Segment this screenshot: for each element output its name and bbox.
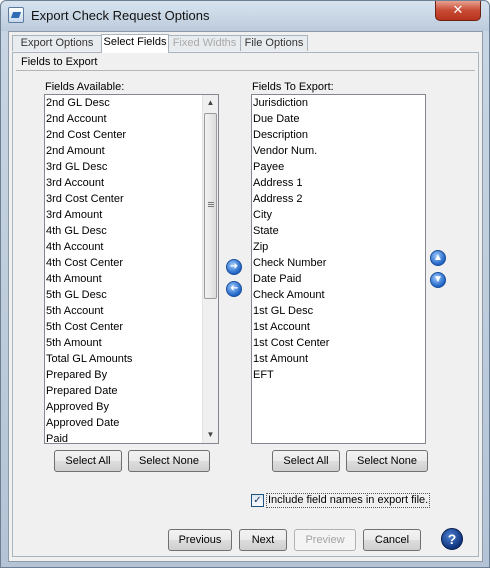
export-list-item[interactable]: State xyxy=(252,223,425,239)
cancel-button[interactable]: Cancel xyxy=(363,529,421,551)
export-list-item[interactable]: 1st Cost Center xyxy=(252,335,425,351)
select-fields-panel: Fields to Export Fields Available: Field… xyxy=(12,52,479,557)
arrow-up-icon: ▲ xyxy=(433,252,443,263)
scroll-down-icon[interactable]: ▼ xyxy=(203,427,218,443)
arrow-down-icon: ▼ xyxy=(433,274,443,285)
add-field-button[interactable]: ➜ xyxy=(226,259,242,275)
export-list-item[interactable]: Description xyxy=(252,127,425,143)
available-scrollbar[interactable]: ▲ ▼ xyxy=(202,95,218,443)
include-names-label[interactable]: Include field names in export file. xyxy=(266,493,431,508)
available-list-item[interactable]: 4th GL Desc xyxy=(45,223,218,239)
arrow-left-icon: ➜ xyxy=(229,283,239,294)
tab-export-options[interactable]: Export Options xyxy=(12,35,102,51)
arrow-right-icon: ➜ xyxy=(229,261,239,272)
available-list-item[interactable]: 2nd Amount xyxy=(45,143,218,159)
available-list-item[interactable]: Paid xyxy=(45,431,218,443)
dialog-client: Export Options Select Fields Fixed Width… xyxy=(8,31,483,562)
app-icon xyxy=(8,7,24,23)
scroll-up-icon[interactable]: ▲ xyxy=(203,95,218,111)
export-list-item[interactable]: 1st Amount xyxy=(252,351,425,367)
export-list-item[interactable]: Vendor Num. xyxy=(252,143,425,159)
move-down-button[interactable]: ▼ xyxy=(430,272,446,288)
available-list-item[interactable]: Total GL Amounts xyxy=(45,351,218,367)
move-up-button[interactable]: ▲ xyxy=(430,250,446,266)
available-list-item[interactable]: 3rd GL Desc xyxy=(45,159,218,175)
export-list-item[interactable]: Check Amount xyxy=(252,287,425,303)
fields-available-label: Fields Available: xyxy=(45,81,125,93)
section-divider xyxy=(16,70,475,71)
fields-available-list[interactable]: 2nd GL Desc 2nd Account 2nd Cost Center 2nd… xyxy=(44,94,219,444)
export-items: Jurisdiction Due Date Description Vendor Nu… xyxy=(252,95,425,383)
available-select-none-button[interactable]: Select None xyxy=(128,450,210,472)
available-list-item[interactable]: 5th Cost Center xyxy=(45,319,218,335)
available-list-item[interactable]: 3rd Account xyxy=(45,175,218,191)
help-icon[interactable]: ? xyxy=(441,528,463,550)
window-title: Export Check Request Options xyxy=(31,8,210,23)
available-list-item[interactable]: Approved Date xyxy=(45,415,218,431)
available-list-item[interactable]: 2nd Cost Center xyxy=(45,127,218,143)
export-list-item[interactable]: Date Paid xyxy=(252,271,425,287)
export-select-all-button[interactable]: Select All xyxy=(272,450,340,472)
available-list-item[interactable]: 3rd Cost Center xyxy=(45,191,218,207)
export-list-item[interactable]: Zip xyxy=(252,239,425,255)
tab-file-options[interactable]: File Options xyxy=(240,35,308,51)
available-list-item[interactable]: 5th Account xyxy=(45,303,218,319)
available-select-all-button[interactable]: Select All xyxy=(54,450,122,472)
available-list-item[interactable]: 5th GL Desc xyxy=(45,287,218,303)
available-list-item[interactable]: 3rd Amount xyxy=(45,207,218,223)
available-list-item[interactable]: 2nd GL Desc xyxy=(45,95,218,111)
close-button[interactable]: ✕ xyxy=(435,1,481,21)
export-list-item[interactable]: 1st Account xyxy=(252,319,425,335)
fields-to-export-list[interactable]: Jurisdiction Due Date Description Vendor Nu… xyxy=(251,94,426,444)
previous-button[interactable]: Previous xyxy=(168,529,232,551)
available-list-item[interactable]: 4th Cost Center xyxy=(45,255,218,271)
remove-field-button[interactable]: ➜ xyxy=(226,281,242,297)
export-select-none-button[interactable]: Select None xyxy=(346,450,428,472)
title-bar[interactable]: Export Check Request Options ✕ xyxy=(1,1,489,31)
export-list-item[interactable]: EFT xyxy=(252,367,425,383)
available-list-item[interactable]: 2nd Account xyxy=(45,111,218,127)
export-list-item[interactable]: City xyxy=(252,207,425,223)
include-names-checkbox[interactable]: ✓ xyxy=(251,494,264,507)
fields-to-export-label: Fields To Export: xyxy=(252,81,334,93)
available-items: 2nd GL Desc 2nd Account 2nd Cost Center 2nd… xyxy=(45,95,218,443)
available-list-item[interactable]: 4th Account xyxy=(45,239,218,255)
scroll-thumb[interactable] xyxy=(204,113,217,299)
section-title: Fields to Export xyxy=(21,56,98,68)
available-list-item[interactable]: 4th Amount xyxy=(45,271,218,287)
export-list-item[interactable]: Payee xyxy=(252,159,425,175)
export-list-item[interactable]: Address 2 xyxy=(252,191,425,207)
next-button[interactable]: Next xyxy=(239,529,287,551)
export-list-item[interactable]: Check Number xyxy=(252,255,425,271)
available-list-item[interactable]: 5th Amount xyxy=(45,335,218,351)
export-list-item[interactable]: Address 1 xyxy=(252,175,425,191)
export-list-item[interactable]: 1st GL Desc xyxy=(252,303,425,319)
export-list-item[interactable]: Jurisdiction xyxy=(252,95,425,111)
preview-button: Preview xyxy=(294,529,356,551)
available-list-item[interactable]: Prepared By xyxy=(45,367,218,383)
available-list-item[interactable]: Prepared Date xyxy=(45,383,218,399)
tab-fixed-widths: Fixed Widths xyxy=(168,35,241,51)
tab-select-fields[interactable]: Select Fields xyxy=(101,34,169,53)
available-list-item[interactable]: Approved By xyxy=(45,399,218,415)
dialog-window: Export Check Request Options ✕ Export Op… xyxy=(0,0,490,568)
export-list-item[interactable]: Due Date xyxy=(252,111,425,127)
